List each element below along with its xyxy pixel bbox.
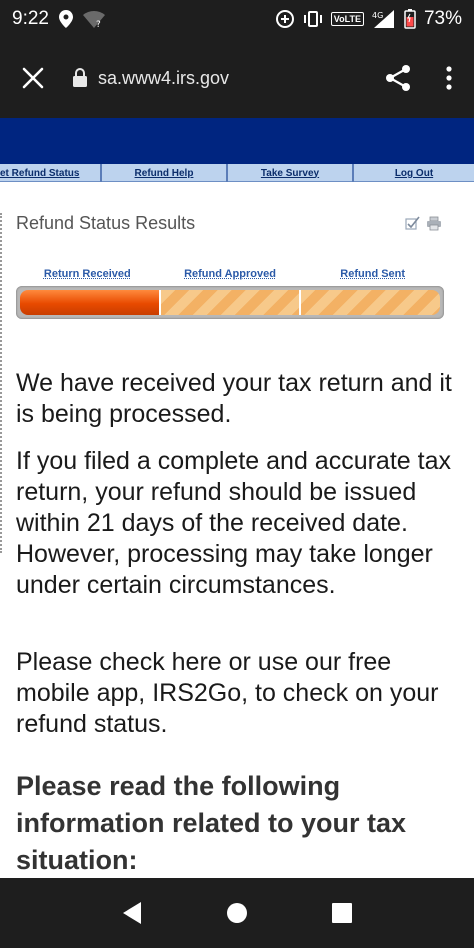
lock-icon <box>72 68 88 88</box>
progress-segment-approved <box>160 290 302 315</box>
more-vert-icon[interactable] <box>446 66 452 90</box>
svg-text:?: ? <box>96 20 101 28</box>
status-message: We have received your tax return and it … <box>16 369 452 428</box>
browser-toolbar: sa.www4.irs.gov <box>0 38 474 118</box>
print-icon[interactable] <box>426 216 442 231</box>
url-text[interactable]: sa.www4.irs.gov <box>98 68 229 89</box>
address-bar[interactable]: sa.www4.irs.gov <box>72 68 384 89</box>
stage-label-approved: Refund Approved <box>184 268 276 280</box>
battery-icon <box>404 9 416 29</box>
vibrate-icon <box>303 11 323 27</box>
share-icon[interactable] <box>384 64 412 92</box>
volte-icon: VoLTE <box>330 12 364 26</box>
android-nav-bar <box>0 878 474 948</box>
status-time: 9:22 <box>12 8 49 29</box>
page-tools <box>405 216 442 231</box>
tab-refund-help[interactable]: Refund Help <box>102 164 228 182</box>
page-title: Refund Status Results <box>16 213 196 233</box>
back-icon[interactable] <box>121 901 143 925</box>
tab-take-survey[interactable]: Take Survey <box>228 164 354 182</box>
irs-header-banner <box>0 118 474 164</box>
recents-icon[interactable] <box>331 902 353 924</box>
main-content: Refund Status Results Return Received Re… <box>0 183 474 878</box>
stage-label-sent: Refund Sent <box>340 268 406 280</box>
tab-get-refund-status[interactable]: et Refund Status <box>0 164 102 182</box>
svg-text:4G: 4G <box>372 11 383 20</box>
wifi-icon: ? <box>82 10 105 28</box>
home-icon[interactable] <box>226 902 248 924</box>
progress-segment-sent <box>301 290 441 315</box>
site-nav-tabs: et Refund Status Refund Help Take Survey… <box>0 164 474 182</box>
stage-label-received: Return Received <box>43 268 131 280</box>
progress-stage-labels: Return Received Refund Approved Refund S… <box>16 268 444 280</box>
progress-segment-received <box>20 290 161 315</box>
battery-percentage: 73% <box>423 8 462 29</box>
location-icon <box>58 10 73 28</box>
data-saver-icon <box>275 9 295 29</box>
left-divider <box>0 213 4 553</box>
tab-log-out[interactable]: Log Out <box>354 164 474 182</box>
check-status-message: Please check here or use our free mobile… <box>16 648 439 738</box>
refund-progress-bar <box>16 286 444 319</box>
info-heading: Please read the following information re… <box>16 771 407 875</box>
signal-icon: 4G <box>372 10 396 28</box>
close-icon[interactable] <box>22 67 44 89</box>
status-bar: 9:22 ? VoLTE 4G 73% <box>0 0 474 38</box>
check-icon[interactable] <box>405 216 420 231</box>
refund-timing-message: If you filed a complete and accurate tax… <box>16 447 451 599</box>
